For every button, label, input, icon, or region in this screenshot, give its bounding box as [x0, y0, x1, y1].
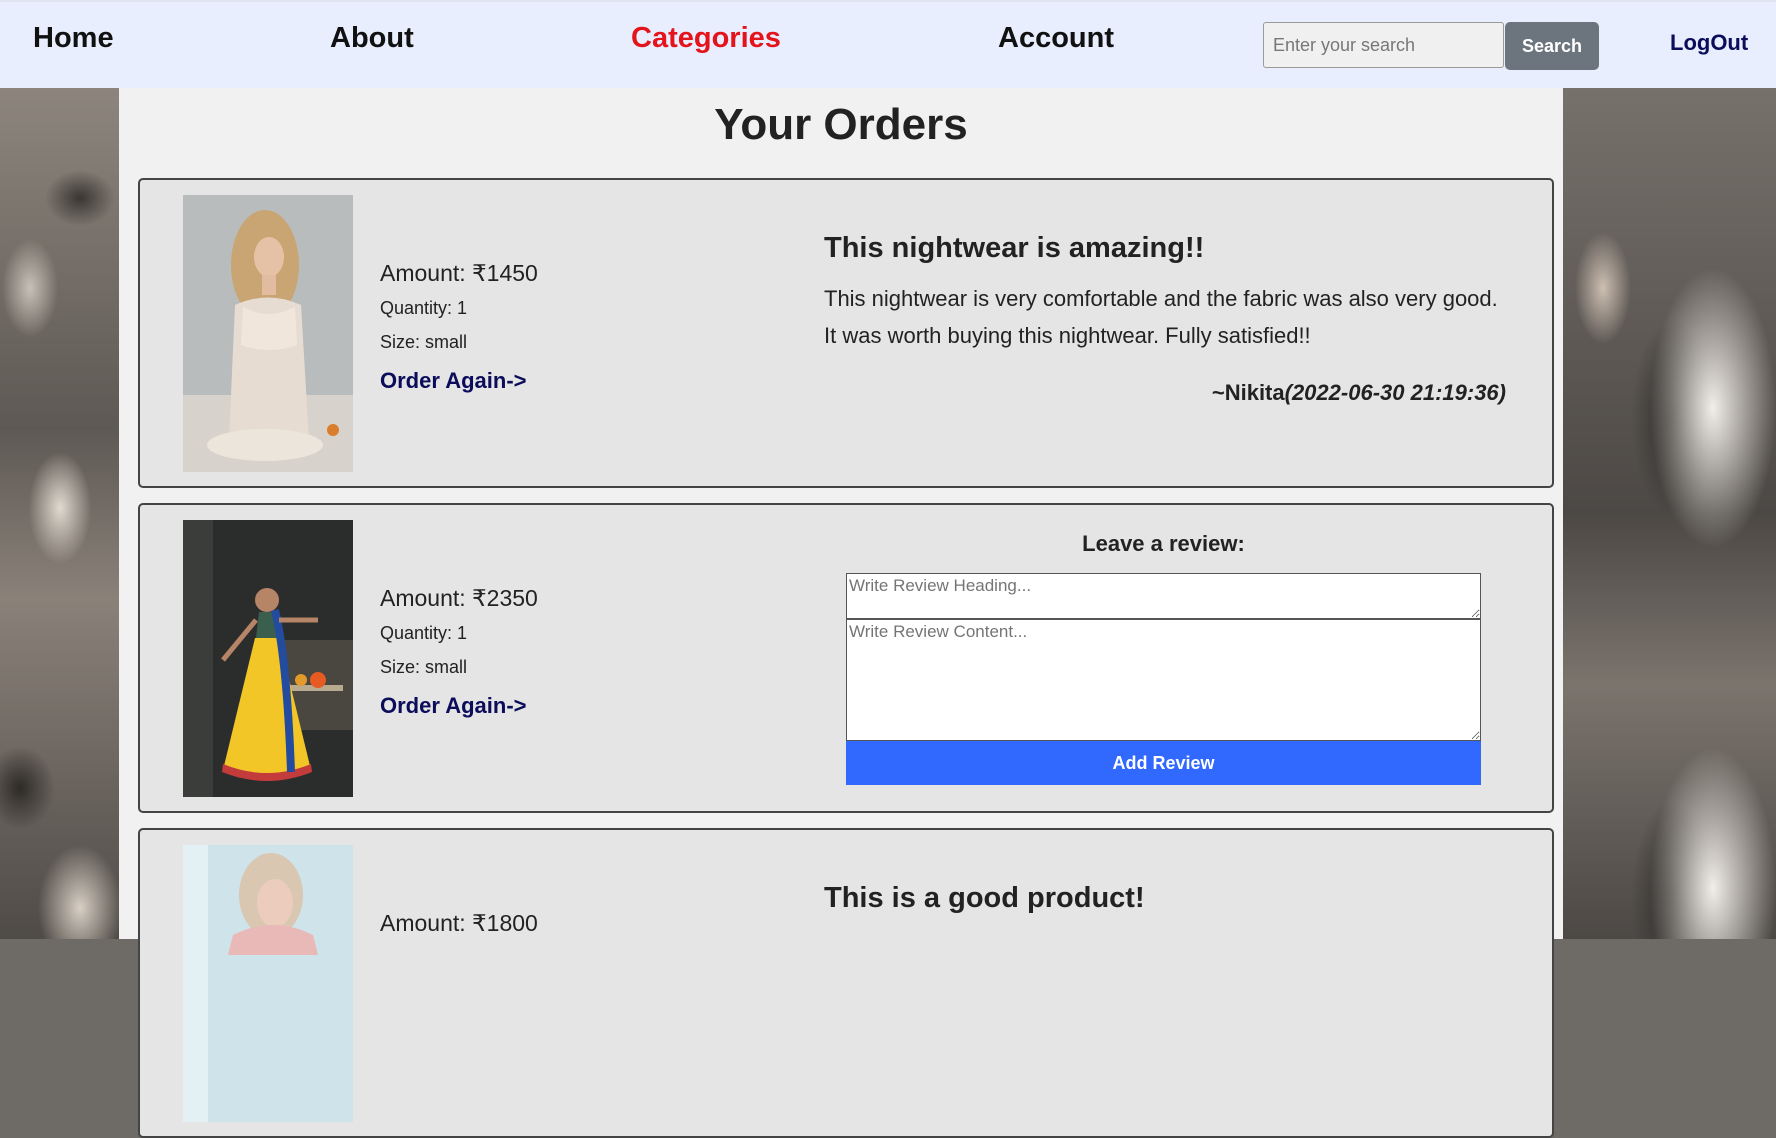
search-input[interactable] — [1263, 22, 1504, 68]
order-amount: Amount: ₹1800 — [380, 910, 538, 936]
review-content: This nightwear is very comfortable and t… — [824, 286, 1498, 348]
top-navbar: Home About Categories Account Search Log… — [0, 0, 1776, 88]
leave-review-title: Leave a review: — [1082, 531, 1245, 556]
review-heading: This is a good product! — [824, 882, 1145, 914]
order-again-link[interactable]: Order Again-> — [380, 368, 527, 394]
logout-link[interactable]: LogOut — [1670, 30, 1748, 56]
background-photo-left — [0, 88, 119, 939]
review-content-input[interactable] — [846, 619, 1481, 741]
page-title: Your Orders — [714, 100, 968, 149]
product-image-lehenga[interactable] — [183, 520, 353, 797]
order-card: Amount: ₹1450 Quantity: 1 Size: small Or… — [138, 178, 1554, 488]
review-heading-input[interactable] — [846, 573, 1481, 619]
review-heading: This nightwear is amazing!! — [824, 232, 1205, 264]
nav-about-link[interactable]: About — [330, 22, 414, 55]
order-amount: Amount: ₹2350 — [380, 585, 538, 611]
product-image-nightwear[interactable] — [183, 195, 353, 472]
nav-home-link[interactable]: Home — [33, 22, 114, 55]
order-quantity: Quantity: 1 — [380, 298, 468, 318]
review-author: ~Nikita(2022-06-30 21:19:36) — [1212, 380, 1506, 406]
order-again-link[interactable]: Order Again-> — [380, 693, 527, 719]
order-card: Amount: ₹2350 Quantity: 1 Size: small Or… — [138, 503, 1554, 813]
order-size: Size: small — [380, 657, 468, 677]
nav-categories-link[interactable]: Categories — [631, 22, 781, 55]
add-review-button[interactable]: Add Review — [846, 741, 1481, 785]
orders-panel: Your Orders Amount: ₹1450 Quantity: 1 Si… — [119, 88, 1563, 1138]
order-size: Size: small — [380, 332, 468, 352]
order-amount: Amount: ₹1450 — [380, 260, 538, 286]
review-author-name: ~Nikita — [1211, 380, 1285, 405]
nav-account-link[interactable]: Account — [998, 22, 1114, 55]
background-photo-right — [1563, 88, 1776, 939]
search-button[interactable]: Search — [1505, 22, 1599, 70]
review-date: (2022-06-30 21:19:36) — [1284, 380, 1506, 405]
order-quantity: Quantity: 1 — [380, 623, 468, 643]
order-card: Amount: ₹1800 This is a good product! — [138, 828, 1554, 1138]
product-image-third[interactable] — [183, 845, 353, 1122]
